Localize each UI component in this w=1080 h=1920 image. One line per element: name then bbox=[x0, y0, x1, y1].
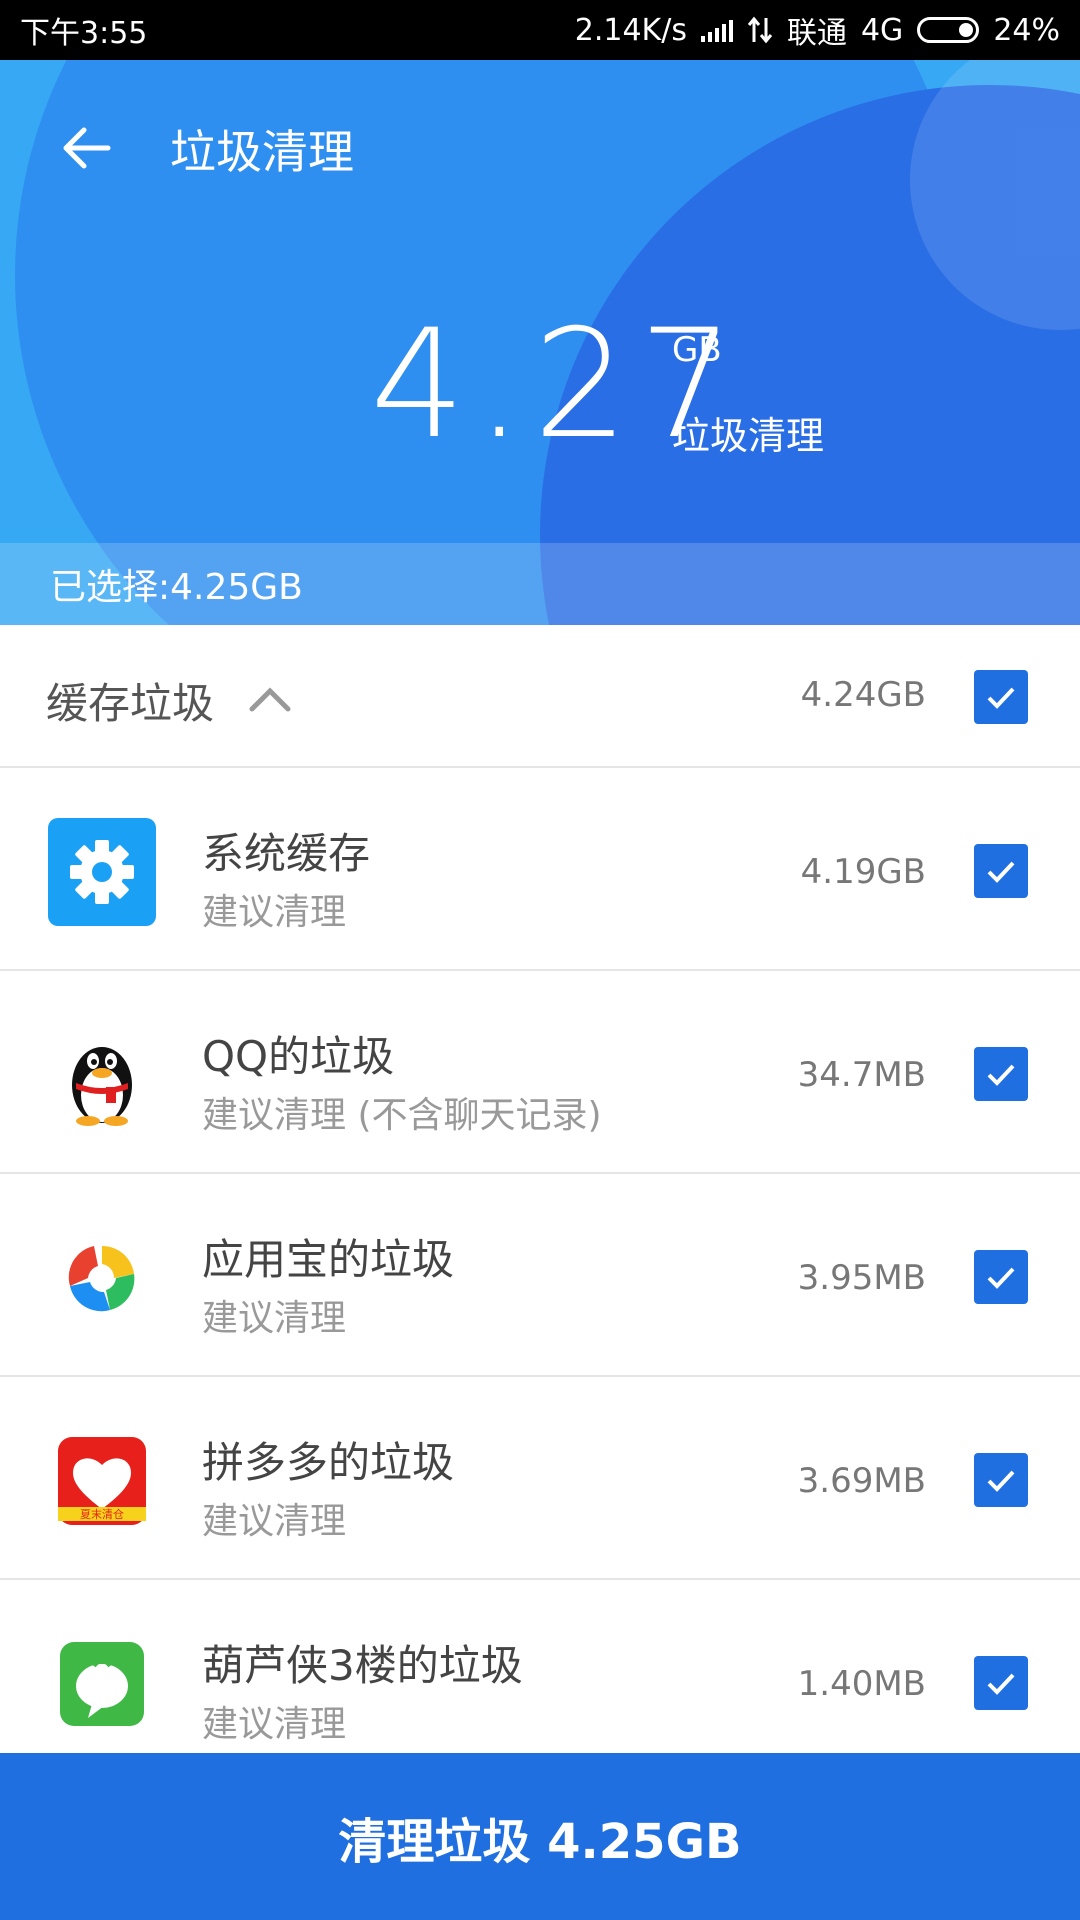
item-size: 1.40MB bbox=[797, 1664, 926, 1704]
item-size: 4.19GB bbox=[800, 852, 926, 892]
qq-penguin-icon bbox=[72, 1047, 132, 1126]
list-item[interactable]: 系统缓存 建议清理 4.19GB bbox=[0, 768, 1080, 971]
clean-junk-button[interactable]: 清理垃圾 4.25GB bbox=[0, 1753, 1080, 1920]
status-bar: 下午3:55 2.14K/s 联通 4G 24% bbox=[0, 0, 1080, 60]
item-subtitle: 建议清理 bbox=[202, 1501, 347, 1542]
item-size: 34.7MB bbox=[797, 1055, 926, 1095]
settings-gear-icon bbox=[48, 818, 156, 926]
item-subtitle: 建议清理 (不含聊天记录) bbox=[202, 1095, 602, 1136]
item-title: 应用宝的垃圾 bbox=[202, 1235, 455, 1284]
huluxia-icon bbox=[60, 1642, 144, 1726]
back-arrow-icon[interactable] bbox=[58, 120, 114, 176]
item-title: QQ的垃圾 bbox=[202, 1032, 395, 1081]
chevron-up-icon[interactable] bbox=[248, 677, 292, 721]
junk-total-label: 垃圾清理 bbox=[672, 414, 825, 458]
item-title: 系统缓存 bbox=[202, 829, 371, 878]
item-title: 拼多多的垃圾 bbox=[202, 1438, 455, 1487]
battery-percent: 24% bbox=[993, 12, 1060, 48]
data-transfer-icon bbox=[747, 16, 773, 44]
item-subtitle: 建议清理 bbox=[202, 892, 347, 933]
junk-total-unit: GB bbox=[672, 330, 722, 370]
section-label: 缓存垃圾 bbox=[46, 679, 215, 728]
checkmark-icon bbox=[987, 687, 1015, 709]
network-speed: 2.14K/s bbox=[574, 12, 687, 48]
item-size: 3.95MB bbox=[797, 1258, 926, 1298]
pinduoduo-icon: 夏末清仓 bbox=[58, 1437, 146, 1525]
list-item[interactable]: QQ的垃圾 建议清理 (不含聊天记录) 34.7MB bbox=[0, 971, 1080, 1174]
item-checkbox[interactable] bbox=[974, 1250, 1028, 1304]
item-checkbox[interactable] bbox=[974, 1047, 1028, 1101]
item-checkbox[interactable] bbox=[974, 1453, 1028, 1507]
item-title: 葫芦侠3楼的垃圾 bbox=[202, 1641, 523, 1690]
checkmark-icon bbox=[987, 861, 1015, 883]
section-header-cache[interactable]: 缓存垃圾 4.24GB bbox=[0, 625, 1080, 768]
item-size: 3.69MB bbox=[797, 1461, 926, 1501]
item-subtitle: 建议清理 bbox=[202, 1298, 347, 1339]
list-item[interactable]: 应用宝的垃圾 建议清理 3.95MB bbox=[0, 1174, 1080, 1377]
yingyongbao-icon bbox=[68, 1245, 135, 1312]
pinduoduo-icon-text: 夏末清仓 bbox=[80, 1507, 124, 1521]
item-checkbox[interactable] bbox=[974, 844, 1028, 898]
checkmark-icon bbox=[987, 1470, 1015, 1492]
signal-icon bbox=[700, 18, 733, 42]
checkmark-icon bbox=[987, 1267, 1015, 1289]
page-title: 垃圾清理 bbox=[170, 125, 354, 179]
section-checkbox[interactable] bbox=[974, 670, 1028, 724]
battery-icon bbox=[917, 17, 980, 43]
selected-text: 已选择:4.25GB bbox=[50, 567, 303, 608]
carrier-name: 联通 bbox=[786, 16, 847, 51]
section-size: 4.24GB bbox=[800, 675, 926, 715]
list-item[interactable]: 夏末清仓 拼多多的垃圾 建议清理 3.69MB bbox=[0, 1377, 1080, 1580]
status-time: 下午3:55 bbox=[20, 16, 148, 51]
checkmark-icon bbox=[987, 1673, 1015, 1695]
checkmark-icon bbox=[987, 1064, 1015, 1086]
selected-summary: 已选择:4.25GB bbox=[0, 543, 1080, 625]
junk-list: 缓存垃圾 4.24GB 系统缓存 建议清理 4.19GB QQ的垃圾 建议清理 … bbox=[0, 625, 1080, 1783]
item-checkbox[interactable] bbox=[974, 1656, 1028, 1710]
item-subtitle: 建议清理 bbox=[202, 1704, 347, 1745]
network-type: 4G bbox=[860, 12, 904, 48]
header: 垃圾清理 4.27 GB 垃圾清理 已选择:4.25GB bbox=[0, 60, 1080, 625]
